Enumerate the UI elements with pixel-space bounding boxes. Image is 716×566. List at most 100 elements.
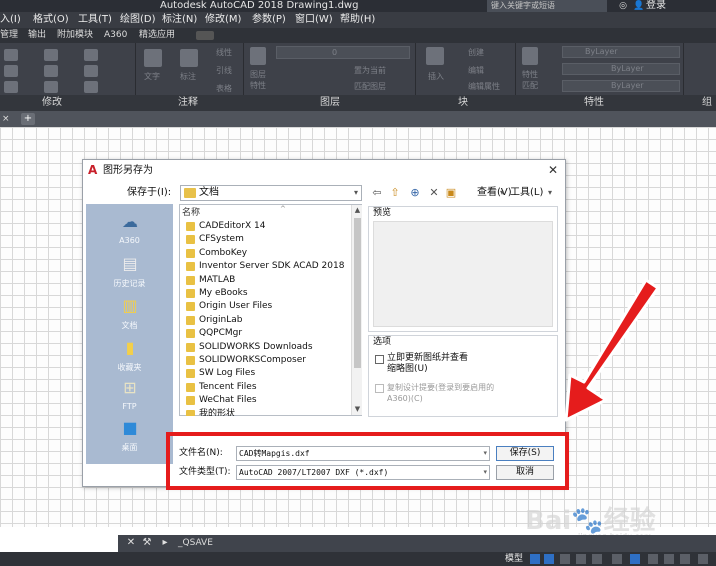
osnap-icon[interactable]: [592, 554, 602, 564]
set-current-label[interactable]: 置为当前: [354, 65, 386, 76]
file-list-item[interactable]: SOLIDWORKSComposer: [186, 354, 350, 367]
layer-dropdown[interactable]: 0: [276, 46, 410, 59]
delete-icon[interactable]: ✕: [427, 185, 441, 201]
edit-label[interactable]: 编辑: [468, 65, 484, 76]
file-list-item[interactable]: 我的形状: [186, 408, 350, 416]
new-tab-button[interactable]: +: [21, 113, 35, 125]
tab-output[interactable]: 输出: [28, 28, 46, 43]
menu-dimension[interactable]: 标注(N): [162, 12, 197, 28]
leader-label[interactable]: 引线: [216, 65, 232, 76]
otrack-icon[interactable]: [612, 554, 622, 564]
menu-modify[interactable]: 修改(M): [205, 12, 241, 28]
panel-title-groups[interactable]: 组: [702, 95, 712, 111]
customize-icon[interactable]: [698, 554, 708, 564]
settings-icon[interactable]: [680, 554, 690, 564]
file-list-item[interactable]: My eBooks: [186, 287, 350, 300]
scroll-down-icon[interactable]: ▼: [352, 404, 363, 415]
close-tab-icon[interactable]: ×: [2, 113, 14, 125]
file-list-item[interactable]: OriginLab: [186, 314, 350, 327]
panel-title-modify[interactable]: 修改: [42, 95, 62, 111]
move-icon[interactable]: [4, 49, 18, 61]
panel-title-block[interactable]: 块: [458, 95, 468, 111]
binoculars-icon[interactable]: ◎: [618, 1, 628, 11]
place-desktop[interactable]: ■ 桌面: [86, 414, 173, 464]
tab-featured-apps[interactable]: 精选应用: [139, 28, 175, 43]
create-label[interactable]: 创建: [468, 47, 484, 58]
search-input[interactable]: 键入关键字或短语: [487, 0, 607, 12]
tab-a360[interactable]: A360: [104, 28, 127, 43]
snap-icon[interactable]: [544, 554, 554, 564]
linear-label[interactable]: 线性: [216, 47, 232, 58]
command-line[interactable]: ✕ ⚒ ▸ _QSAVE: [118, 535, 716, 552]
file-list-item[interactable]: Tencent Files: [186, 381, 350, 394]
tab-manage[interactable]: 管理: [0, 28, 18, 43]
model-tab[interactable]: 模型: [505, 552, 523, 566]
scale-icon[interactable]: [44, 81, 58, 93]
ortho-icon[interactable]: [560, 554, 570, 564]
search-web-icon[interactable]: ⊕: [408, 185, 422, 201]
edit-attributes-label[interactable]: 编辑属性: [468, 81, 500, 92]
layer-properties-icon[interactable]: [250, 47, 266, 65]
lineweight-dropdown[interactable]: ByLayer: [562, 80, 680, 92]
new-folder-icon[interactable]: ▣: [444, 185, 458, 201]
copy-design-feed-checkbox[interactable]: [375, 384, 384, 393]
menu-parameters[interactable]: 参数(P): [252, 12, 286, 28]
grid-icon[interactable]: [530, 554, 540, 564]
menu-window[interactable]: 窗口(W): [295, 12, 333, 28]
panel-title-layers[interactable]: 图层: [320, 95, 340, 111]
fillet-icon[interactable]: [84, 65, 98, 77]
polar-icon[interactable]: [576, 554, 586, 564]
dimension-icon[interactable]: [180, 49, 198, 67]
file-list-item[interactable]: CFSystem: [186, 233, 350, 246]
save-in-dropdown[interactable]: 文档 ▾: [180, 185, 362, 201]
file-list-item[interactable]: ComboKey: [186, 247, 350, 260]
wrench-icon[interactable]: ⚒: [140, 536, 154, 550]
panel-title-properties[interactable]: 特性: [584, 95, 604, 111]
menu-tools[interactable]: 工具(T): [78, 12, 112, 28]
file-list-item[interactable]: SW Log Files: [186, 367, 350, 380]
menu-format[interactable]: 格式(O): [33, 12, 69, 28]
file-list[interactable]: 名称 ^ CADEditorX 14 CFSystem ComboKey Invent…: [179, 204, 362, 416]
menu-insert[interactable]: 入(I): [0, 12, 21, 28]
mirror-icon[interactable]: [44, 65, 58, 77]
tools-dropdown-icon[interactable]: ▾: [545, 185, 555, 201]
annotation-scale-icon[interactable]: [648, 554, 658, 564]
workspace-icon[interactable]: [664, 554, 674, 564]
panel-title-annotation[interactable]: 注释: [178, 95, 198, 111]
file-list-item[interactable]: MATLAB: [186, 274, 350, 287]
menu-help[interactable]: 帮助(H): [340, 12, 375, 28]
name-column-header[interactable]: 名称: [182, 207, 200, 219]
file-list-item[interactable]: Inventor Server SDK ACAD 2018: [186, 260, 350, 273]
file-list-scrollbar[interactable]: ▲ ▼: [351, 205, 362, 415]
insert-block-icon[interactable]: [426, 47, 444, 65]
match-layer-label[interactable]: 匹配图层: [354, 81, 386, 92]
trim-icon[interactable]: [84, 49, 98, 61]
tools-menu[interactable]: 工具(L): [510, 186, 543, 200]
ribbon-extra-toggle[interactable]: [196, 31, 214, 40]
array-icon[interactable]: [84, 81, 98, 93]
text-icon[interactable]: [144, 49, 162, 67]
close-icon[interactable]: ✕: [546, 163, 560, 177]
scroll-thumb[interactable]: [354, 218, 361, 368]
file-list-item[interactable]: SOLIDWORKS Downloads: [186, 341, 350, 354]
up-folder-icon[interactable]: ⇧: [388, 185, 402, 201]
linetype-dropdown[interactable]: ByLayer: [562, 63, 680, 75]
file-list-item[interactable]: Origin User Files: [186, 300, 350, 313]
tab-addins[interactable]: 附加模块: [57, 28, 93, 43]
login-button[interactable]: 登录: [646, 0, 666, 12]
close-icon[interactable]: ✕: [124, 536, 138, 550]
back-arrow-icon[interactable]: ⇦: [370, 185, 384, 201]
copy-icon[interactable]: [4, 65, 18, 77]
stretch-icon[interactable]: [4, 81, 18, 93]
file-list-item[interactable]: CADEditorX 14: [186, 220, 350, 233]
rotate-icon[interactable]: [44, 49, 58, 61]
scroll-up-icon[interactable]: ▲: [352, 205, 363, 216]
lineweight-icon[interactable]: [630, 554, 640, 564]
table-label[interactable]: 表格: [216, 83, 232, 94]
user-icon[interactable]: 👤: [633, 0, 644, 12]
menu-draw[interactable]: 绘图(D): [120, 12, 156, 28]
view-dropdown-icon[interactable]: ▾: [497, 185, 507, 201]
update-thumbnail-checkbox[interactable]: [375, 355, 384, 364]
file-list-item[interactable]: QQPCMgr: [186, 327, 350, 340]
file-list-item[interactable]: WeChat Files: [186, 394, 350, 407]
